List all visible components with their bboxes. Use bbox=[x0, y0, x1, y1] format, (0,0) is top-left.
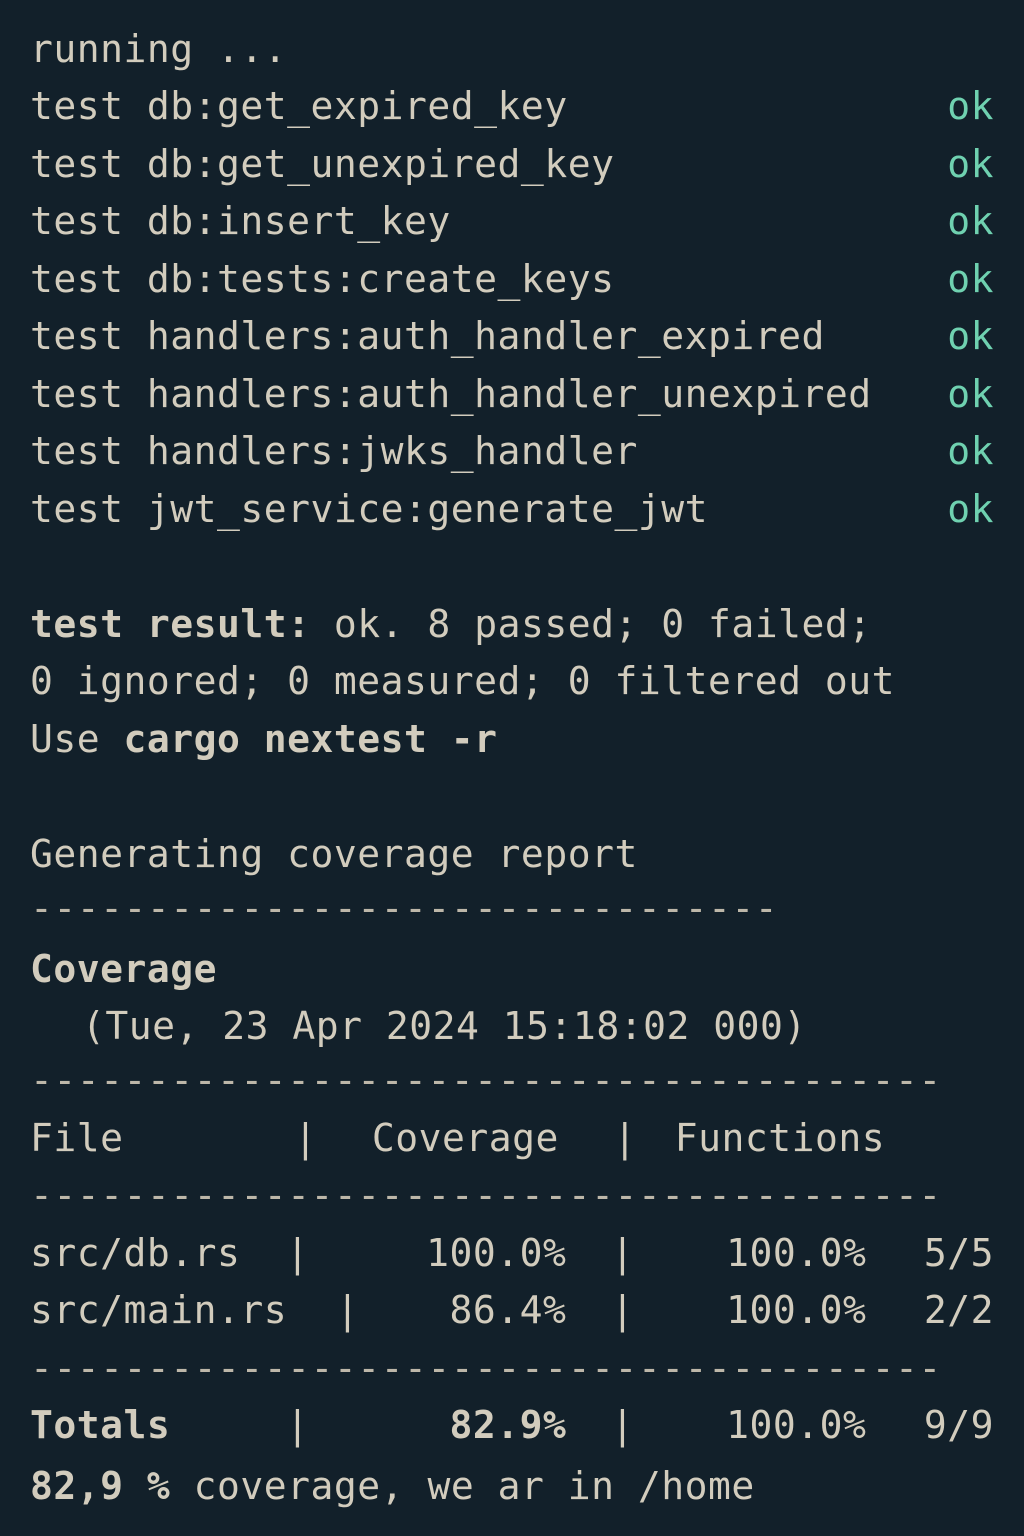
totals-functions: 100.0% bbox=[726, 1403, 867, 1447]
running-line: running ... bbox=[30, 26, 288, 71]
test-status: ok bbox=[947, 141, 994, 186]
column-separator: | bbox=[286, 1403, 310, 1447]
test-name: test handlers:auth_handler_expired bbox=[30, 314, 825, 359]
row-file: src/db.rs bbox=[30, 1230, 241, 1275]
generating-line: Generating coverage report bbox=[30, 831, 638, 876]
row-file: src/main.rs bbox=[30, 1288, 288, 1332]
test-row: test db:get_unexpired_key ok bbox=[30, 135, 994, 193]
test-status: ok bbox=[947, 199, 994, 244]
header-functions: Functions bbox=[674, 1115, 886, 1160]
summary-line: 82,9 % coverage, we ar in /home bbox=[30, 1458, 994, 1516]
row-count: 5/5 bbox=[923, 1230, 994, 1275]
test-name: test jwt_service:generate_jwt bbox=[30, 486, 708, 531]
test-status: ok bbox=[947, 256, 994, 301]
test-name: test db:get_unexpired_key bbox=[30, 141, 615, 186]
divider: --------------------------------------- bbox=[30, 1345, 942, 1390]
test-status: ok bbox=[947, 371, 994, 416]
divider: --------------------------------------- bbox=[30, 1058, 942, 1102]
totals-count: 9/9 bbox=[923, 1403, 994, 1447]
row-coverage: 86.4% bbox=[449, 1288, 567, 1332]
test-result-line-2: 0 ignored; 0 measured; 0 filtered out bbox=[30, 659, 895, 704]
totals-label: Totals bbox=[30, 1403, 171, 1447]
column-separator: | bbox=[611, 1230, 635, 1275]
divider: -------------------------------- bbox=[30, 885, 779, 930]
table-row: src/main.rs | 86.4% | 100.0% 2/2 bbox=[30, 1285, 994, 1343]
column-separator: | bbox=[336, 1288, 360, 1332]
use-hint-line: Use cargo nextest -r bbox=[30, 710, 994, 768]
summary-percent: 82,9 % bbox=[30, 1464, 171, 1509]
test-row: test db:tests:create_keys ok bbox=[30, 250, 994, 308]
test-row: test db:insert_key ok bbox=[30, 193, 994, 251]
column-separator: | bbox=[286, 1230, 310, 1275]
column-separator: | bbox=[611, 1288, 635, 1332]
test-name: test handlers:jwks_handler bbox=[30, 429, 638, 474]
totals-row: Totals | 82.9% | 100.0% 9/9 bbox=[30, 1400, 994, 1458]
table-header: File | Coverage | Functions bbox=[30, 1113, 994, 1171]
test-row: test handlers:jwks_handler ok bbox=[30, 423, 994, 481]
test-name: test handlers:auth_handler_unexpired bbox=[30, 371, 872, 416]
test-row: test handlers:auth_handler_unexpired ok bbox=[30, 365, 994, 423]
test-name: test db:tests:create_keys bbox=[30, 256, 615, 301]
test-name: test db:get_expired_key bbox=[30, 84, 568, 129]
summary-text: coverage, we ar in /home bbox=[170, 1464, 755, 1509]
coverage-date: (Tue, 23 Apr 2024 15:18:02 000) bbox=[82, 1004, 807, 1049]
column-separator: | bbox=[294, 1115, 318, 1160]
test-row: test db:get_expired_key ok bbox=[30, 78, 994, 136]
test-status: ok bbox=[947, 314, 994, 359]
table-row: src/db.rs | 100.0% | 100.0% 5/5 bbox=[30, 1228, 994, 1286]
test-result-label: test result: bbox=[30, 601, 311, 646]
test-name: test db:insert_key bbox=[30, 199, 451, 244]
row-coverage: 100.0% bbox=[426, 1230, 567, 1275]
test-status: ok bbox=[947, 486, 994, 531]
header-file: File bbox=[30, 1115, 124, 1160]
header-coverage: Coverage bbox=[371, 1115, 559, 1160]
test-row: test handlers:auth_handler_expired ok bbox=[30, 308, 994, 366]
terminal-window: running ... test db:get_expired_key ok t… bbox=[0, 0, 1024, 1536]
test-result-summary: ok. 8 passed; 0 failed; bbox=[310, 601, 872, 646]
test-status: ok bbox=[947, 84, 994, 129]
column-separator: | bbox=[611, 1403, 635, 1447]
coverage-title: Coverage bbox=[30, 946, 218, 991]
row-count: 2/2 bbox=[923, 1288, 994, 1332]
column-separator: | bbox=[613, 1115, 637, 1160]
test-result-line: test result: ok. 8 passed; 0 failed; bbox=[30, 595, 994, 653]
use-command: cargo nextest -r bbox=[123, 716, 498, 761]
row-functions: 100.0% bbox=[726, 1288, 867, 1332]
test-row: test jwt_service:generate_jwt ok bbox=[30, 480, 994, 538]
test-status: ok bbox=[947, 429, 994, 474]
use-prefix: Use bbox=[30, 716, 124, 761]
divider: --------------------------------------- bbox=[30, 1173, 942, 1217]
totals-coverage: 82.9% bbox=[449, 1403, 567, 1447]
row-functions: 100.0% bbox=[726, 1230, 867, 1275]
